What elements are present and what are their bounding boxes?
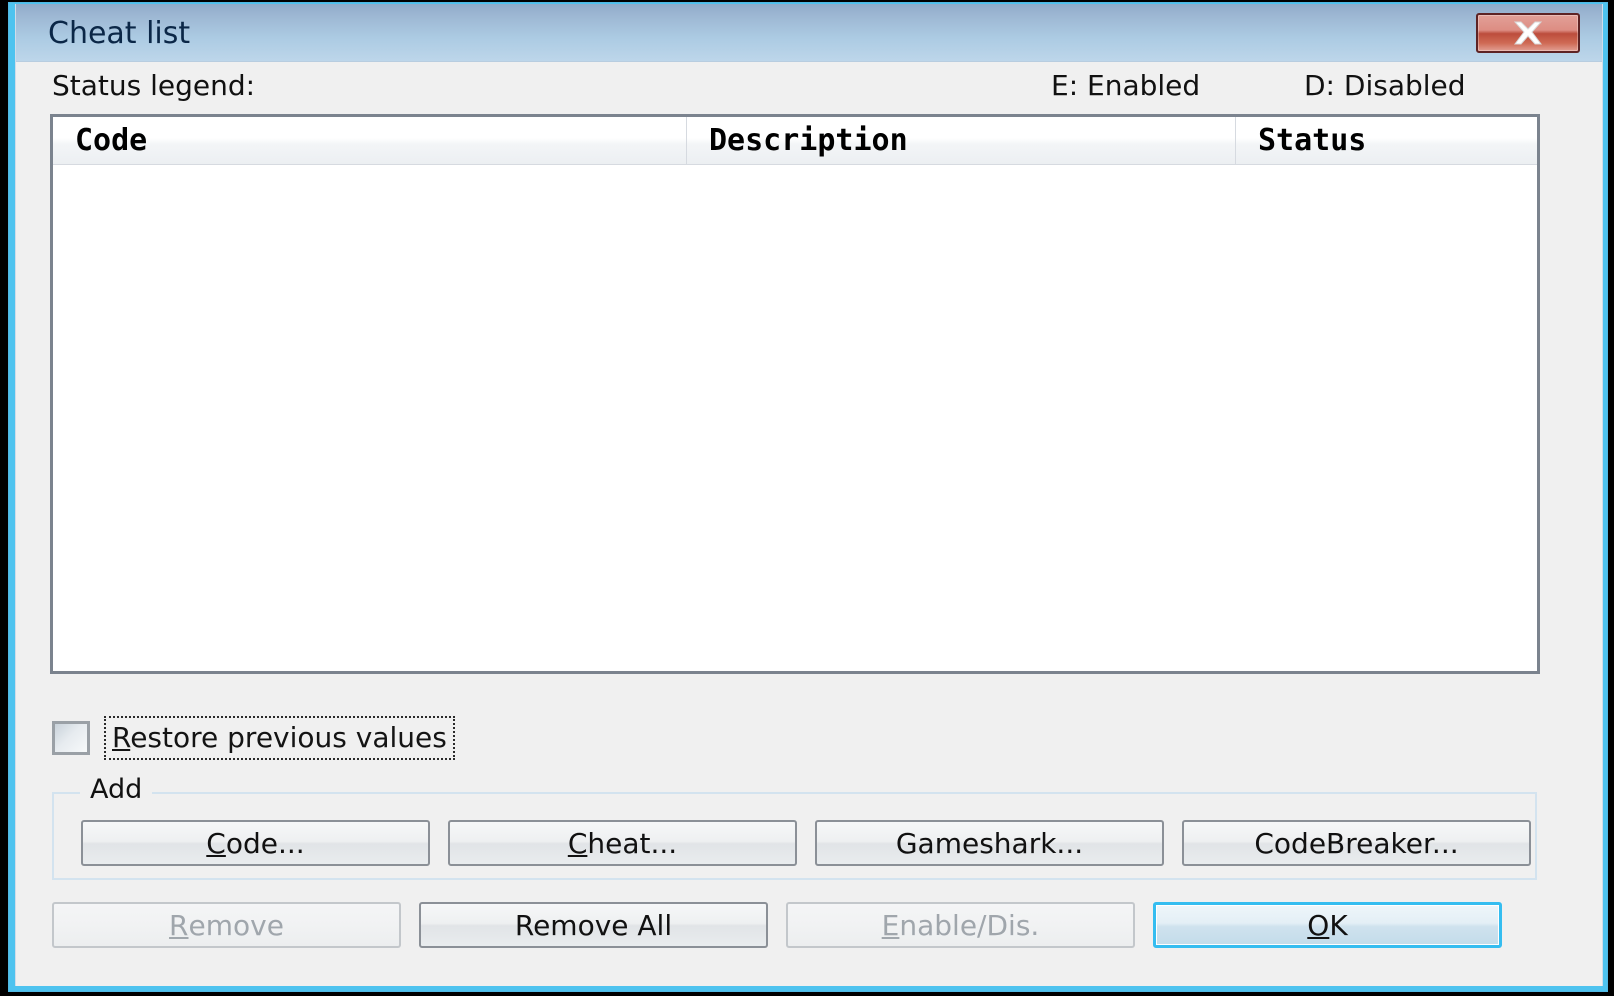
- add-gameshark-button[interactable]: Gameshark...: [815, 820, 1164, 866]
- enable-disable-label: nable/Dis.: [899, 908, 1040, 942]
- add-code-accel: C: [206, 826, 226, 860]
- enable-disable-accel: E: [881, 908, 900, 942]
- restore-label-accel: R: [112, 721, 131, 754]
- column-header-status[interactable]: Status: [1236, 117, 1537, 164]
- close-button[interactable]: [1476, 13, 1580, 53]
- column-header-code[interactable]: Code: [53, 117, 687, 164]
- window-frame-inner: Cheat list Status legend: E: Enabled D: …: [15, 4, 1603, 986]
- add-cheat-accel: C: [567, 826, 588, 860]
- restore-previous-values-checkbox[interactable]: [52, 721, 90, 755]
- status-legend-disabled: D: Disabled: [1304, 69, 1466, 102]
- remove-all-label: Remove All: [514, 908, 673, 942]
- add-codebreaker-button[interactable]: CodeBreaker...: [1182, 820, 1531, 866]
- column-header-description[interactable]: Description: [687, 117, 1236, 164]
- remove-label: emove: [188, 908, 284, 942]
- restore-previous-values-row[interactable]: Restore previous values: [52, 716, 455, 760]
- ok-label: K: [1329, 908, 1348, 942]
- enable-disable-button[interactable]: Enable/Dis.: [786, 902, 1135, 948]
- add-group-legend: Add: [80, 774, 153, 805]
- add-code-label: ode...: [225, 826, 305, 860]
- remove-button[interactable]: Remove: [52, 902, 401, 948]
- title-bar: Cheat list: [16, 4, 1602, 62]
- cheat-list-view[interactable]: Code Description Status: [50, 114, 1540, 674]
- restore-previous-values-label[interactable]: Restore previous values: [104, 716, 455, 760]
- add-cheat-button[interactable]: Cheat...: [448, 820, 797, 866]
- remove-accel: R: [169, 908, 189, 942]
- window-frame-outer: Cheat list Status legend: E: Enabled D: …: [8, 2, 1608, 992]
- remove-all-button[interactable]: Remove All: [419, 902, 768, 948]
- list-header-row: Code Description Status: [53, 117, 1537, 165]
- ok-button[interactable]: OK: [1153, 902, 1502, 948]
- add-gameshark-label: Gameshark...: [895, 826, 1084, 860]
- add-codebreaker-label: CodeBreaker...: [1254, 826, 1459, 860]
- status-legend-label: Status legend:: [52, 69, 256, 102]
- ok-accel: O: [1307, 908, 1330, 942]
- add-cheat-label: heat...: [587, 826, 678, 860]
- status-legend-row: Status legend: E: Enabled D: Disabled: [16, 62, 1602, 114]
- add-buttons-row: Code... Cheat... Gameshark... CodeBreake…: [81, 820, 1531, 866]
- cheat-list-dialog: Cheat list Status legend: E: Enabled D: …: [0, 0, 1614, 996]
- status-legend-enabled: E: Enabled: [1051, 69, 1201, 102]
- bottom-buttons-row: Remove Remove All Enable/Dis. OK: [52, 902, 1502, 948]
- list-body-empty[interactable]: [53, 165, 1537, 671]
- add-code-button[interactable]: Code...: [81, 820, 430, 866]
- restore-label-rest: estore previous values: [130, 721, 447, 754]
- window-title: Cheat list: [48, 16, 191, 51]
- add-group-box: Add Code... Cheat... Gameshark... CodeBr…: [52, 774, 1537, 880]
